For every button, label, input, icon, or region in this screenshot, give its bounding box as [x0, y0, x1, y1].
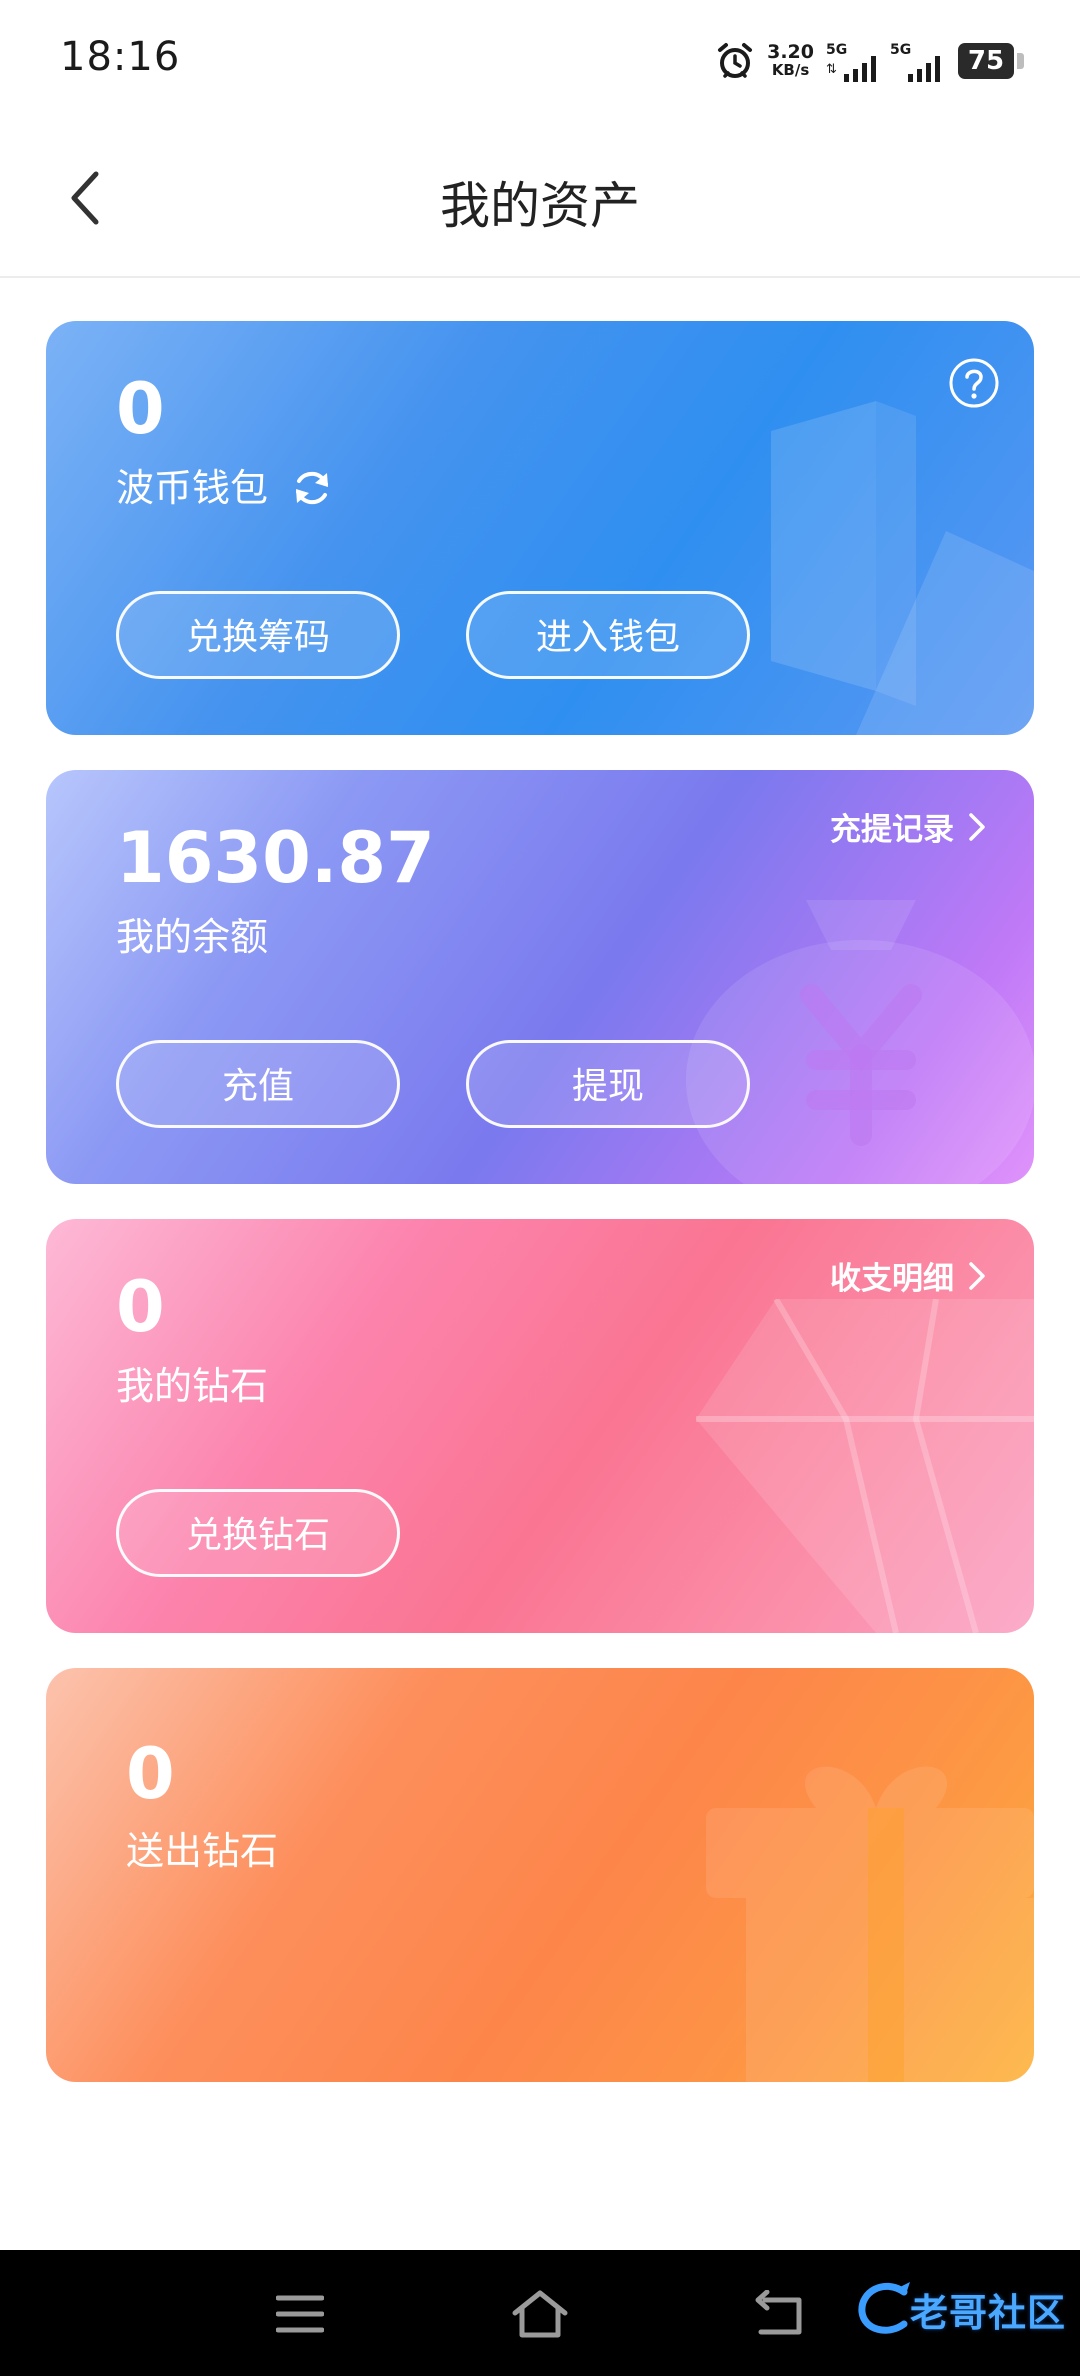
diamond-value: 0: [116, 1266, 165, 1348]
gift-decoration-icon: [706, 1766, 1034, 2082]
signal-sim2: 5G: [890, 38, 942, 84]
home-icon: [512, 2290, 568, 2338]
income-expense-details-label: 收支明细: [830, 1261, 954, 1297]
system-navigation-bar: 老哥社区: [0, 2250, 1080, 2376]
help-icon[interactable]: [948, 357, 1000, 409]
gifted-diamonds-label: 送出钻石: [126, 1829, 279, 1873]
dragon-logo-icon: [858, 2282, 910, 2334]
balance-value: 1630.87: [116, 817, 435, 899]
nav-back-button[interactable]: [750, 2286, 810, 2342]
nav-menu-button[interactable]: [270, 2286, 330, 2342]
recharge-button[interactable]: 充值: [116, 1040, 400, 1128]
status-time: 18:16: [60, 34, 181, 80]
battery-icon: 75: [958, 43, 1024, 79]
page-title: 我的资产: [440, 177, 640, 235]
diamond-card: 收支明细 0 我的钻石 兑换钻石: [46, 1219, 1034, 1633]
balance-card: 充提记录 1630.87 我的余额 充值 提现: [46, 770, 1034, 1184]
signal-sim1: 5G ⇅: [826, 38, 878, 84]
recharge-withdraw-records-label: 充提记录: [830, 812, 954, 848]
nav-home-button[interactable]: [510, 2286, 570, 2342]
network-speed: 3.20 KB/s: [767, 41, 814, 80]
gifted-diamonds-value: 0: [126, 1733, 175, 1815]
money-bag-decoration-icon: [686, 900, 1034, 1184]
header: 我的资产: [0, 120, 1080, 278]
balance-label-row: 我的余额: [116, 912, 268, 962]
wallet-value: 0: [116, 368, 165, 450]
network-speed-value: 3.20: [767, 41, 814, 63]
wallet-label: 波币钱包: [116, 466, 269, 510]
balance-label: 我的余额: [116, 915, 269, 959]
diamond-label: 我的钻石: [116, 1364, 269, 1408]
status-bar: 18:16 3.20 KB/s 5G ⇅ 5G 75: [0, 0, 1080, 120]
diamond-decoration-icon: [696, 1299, 1034, 1633]
recharge-withdraw-records-link[interactable]: 充提记录: [830, 804, 986, 849]
data-arrows-icon: ⇅: [826, 62, 837, 77]
exchange-diamonds-button[interactable]: 兑换钻石: [116, 1489, 400, 1577]
network-speed-unit: KB/s: [771, 61, 810, 79]
chevron-right-icon: [969, 1261, 985, 1290]
withdraw-button[interactable]: 提现: [466, 1040, 750, 1128]
diamond-label-row: 我的钻石: [116, 1361, 268, 1411]
watermark: 老哥社区: [854, 2274, 1066, 2344]
wallet-card: 0 波币钱包 兑换筹码 进入钱包: [46, 321, 1034, 735]
battery-cap: [1017, 53, 1024, 69]
wallet-decoration-icon: [771, 401, 1034, 735]
alarm-icon: [718, 43, 753, 78]
income-expense-details-link[interactable]: 收支明细: [830, 1253, 986, 1298]
battery-level: 75: [958, 43, 1014, 79]
wallet-label-row: 波币钱包: [116, 463, 334, 513]
gift-card: 0 送出钻石: [46, 1668, 1034, 2082]
enter-wallet-button[interactable]: 进入钱包: [466, 591, 750, 679]
gifted-diamonds-label-row: 送出钻石: [126, 1826, 278, 1876]
signal-bars-icon: [844, 56, 876, 82]
status-icons: 3.20 KB/s 5G ⇅ 5G 75: [715, 36, 1024, 86]
watermark-text: 老哥社区: [909, 2290, 1066, 2335]
back-icon: [755, 2290, 802, 2335]
refresh-icon[interactable]: [290, 466, 334, 510]
signal-bars-icon: [908, 56, 940, 82]
chevron-right-icon: [969, 812, 985, 841]
exchange-chips-button[interactable]: 兑换筹码: [116, 591, 400, 679]
menu-icon: [276, 2295, 324, 2333]
